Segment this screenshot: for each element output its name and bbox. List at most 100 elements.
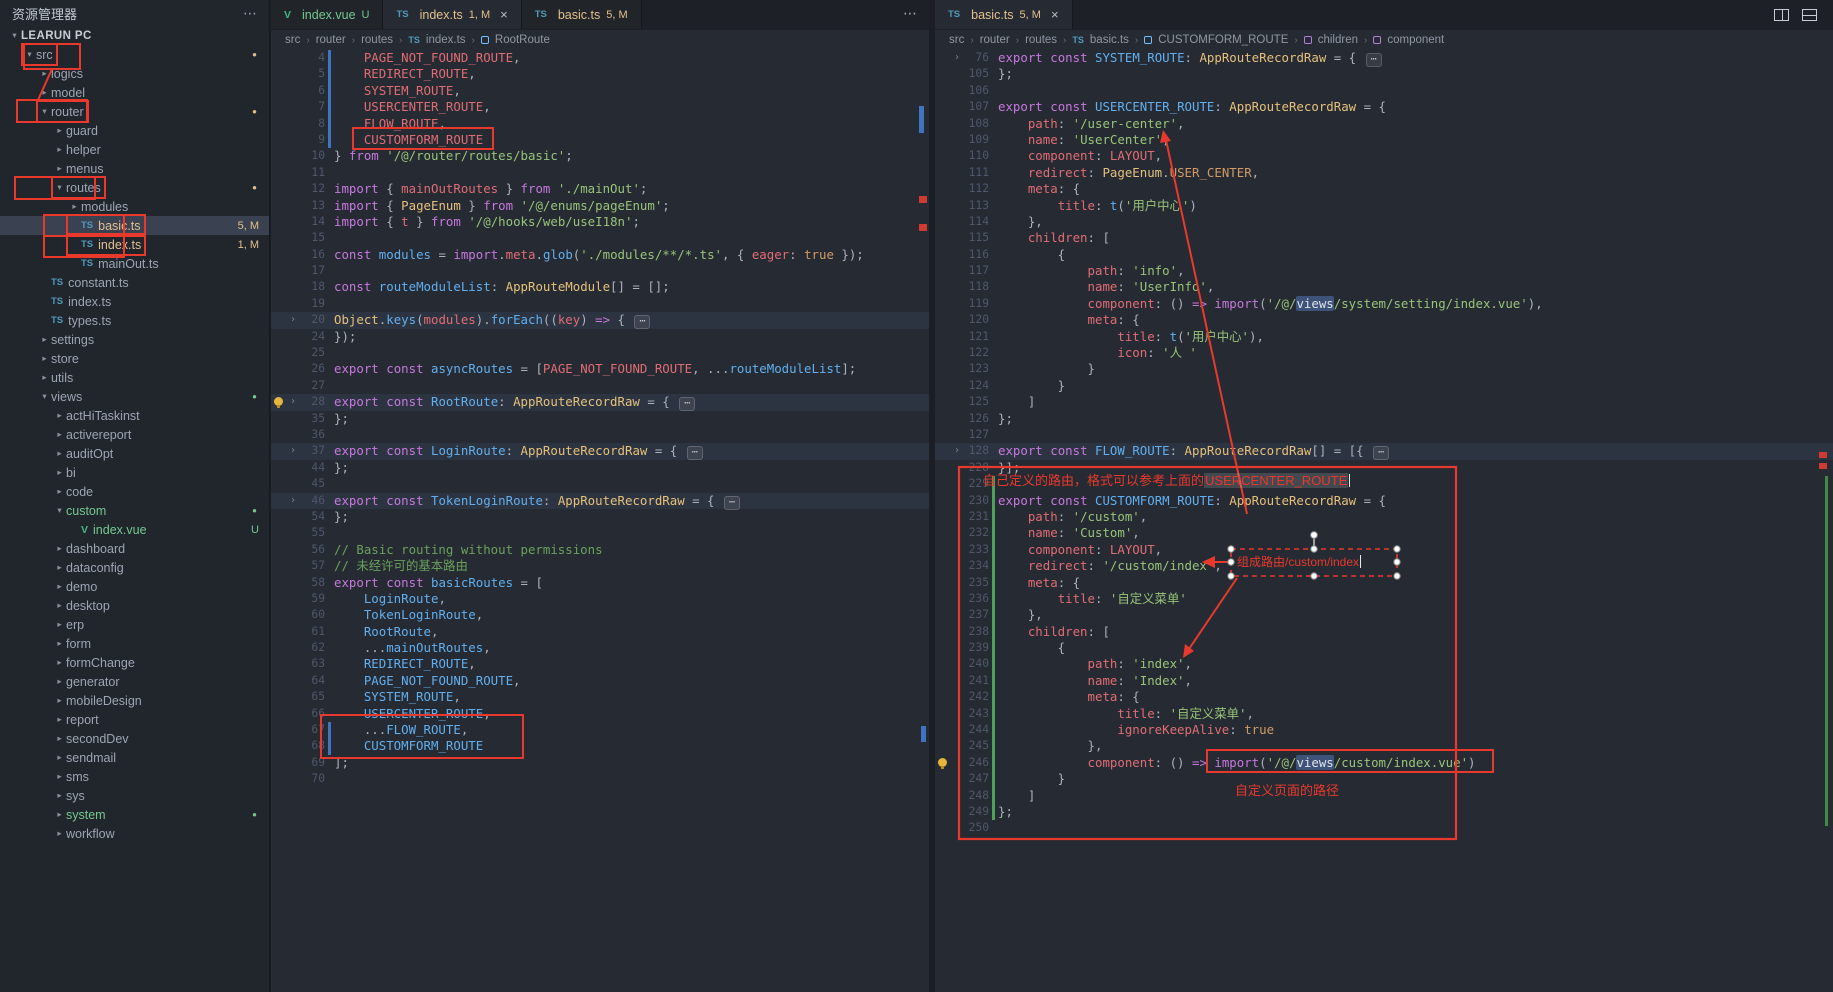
code-line-241[interactable]: 241 name: 'Index', (935, 673, 1833, 689)
tree-item-dashboard[interactable]: ▸dashboard (0, 539, 269, 558)
code-line-245[interactable]: 245 }, (935, 738, 1833, 754)
code-area-right[interactable]: ›76export const SYSTEM_ROUTE: AppRouteRe… (935, 50, 1833, 837)
code-line-5[interactable]: 5 REDIRECT_ROUTE, (271, 66, 929, 82)
tree-item-index.vue[interactable]: Vindex.vueU (0, 520, 269, 539)
editor-more-actions-middle[interactable]: ⋯ (903, 5, 917, 22)
breadcrumb-item-src[interactable]: src (949, 34, 964, 46)
code-line-13[interactable]: 13import { PageEnum } from '/@/enums/pag… (271, 198, 929, 214)
code-line-123[interactable]: 123 } (935, 361, 1833, 377)
code-line-68[interactable]: 68 CUSTOMFORM_ROUTE (271, 738, 929, 754)
tree-item-system[interactable]: ▸system● (0, 805, 269, 824)
tree-item-utils[interactable]: ▸utils (0, 368, 269, 387)
tab-basic.ts[interactable]: TSbasic.ts5, M× (935, 0, 1073, 29)
code-line-231[interactable]: 231 path: '/custom', (935, 509, 1833, 525)
code-line-54[interactable]: 54}; (271, 509, 929, 525)
code-area-middle[interactable]: 4 PAGE_NOT_FOUND_ROUTE,5 REDIRECT_ROUTE,… (271, 50, 929, 788)
breadcrumb-item-children[interactable]: children (1318, 34, 1358, 46)
tree-item-types.ts[interactable]: TStypes.ts (0, 311, 269, 330)
code-line-243[interactable]: 243 title: '自定义菜单', (935, 706, 1833, 722)
code-line-57[interactable]: 57// 未经许可的基本路由 (271, 558, 929, 574)
code-line-70[interactable]: 70 (271, 771, 929, 787)
explorer-more-button[interactable]: ⋯ (243, 5, 257, 22)
tree-item-secondDev[interactable]: ▸secondDev (0, 729, 269, 748)
code-line-112[interactable]: 112 meta: { (935, 181, 1833, 197)
tree-item-helper[interactable]: ▸helper (0, 140, 269, 159)
code-line-16[interactable]: 16const modules = import.meta.glob('./mo… (271, 247, 929, 263)
code-line-244[interactable]: 244 ignoreKeepAlive: true (935, 722, 1833, 738)
code-line-118[interactable]: 118 name: 'UserInfo', (935, 279, 1833, 295)
tree-item-formChange[interactable]: ▸formChange (0, 653, 269, 672)
breadcrumb-item-component[interactable]: component (1387, 34, 1444, 46)
tree-item-actHiTaskinst[interactable]: ▸actHiTaskinst (0, 406, 269, 425)
tab-index.ts[interactable]: TSindex.ts1, M× (383, 0, 521, 29)
tab-basic.ts[interactable]: TSbasic.ts5, M (522, 0, 642, 29)
tree-item-model[interactable]: ▸model (0, 83, 269, 102)
tree-item-basic.ts[interactable]: TSbasic.ts5, M (0, 216, 269, 235)
code-line-28[interactable]: ›28export const RootRoute: AppRouteRecor… (271, 394, 929, 410)
lightbulb-icon[interactable] (271, 394, 287, 410)
tree-item-activereport[interactable]: ▸activereport (0, 425, 269, 444)
tree-item-settings[interactable]: ▸settings (0, 330, 269, 349)
fold-chevron-icon[interactable]: › (287, 394, 299, 410)
code-line-56[interactable]: 56// Basic routing without permissions (271, 542, 929, 558)
code-line-126[interactable]: 126}; (935, 411, 1833, 427)
code-line-17[interactable]: 17 (271, 263, 929, 279)
tree-item-custom[interactable]: ▾custom● (0, 501, 269, 520)
folded-code-ellipsis[interactable]: ⋯ (1373, 446, 1389, 460)
tree-item-generator[interactable]: ▸generator (0, 672, 269, 691)
tree-item-router[interactable]: ▾router● (0, 102, 269, 121)
folded-code-ellipsis[interactable]: ⋯ (1366, 53, 1382, 67)
code-line-37[interactable]: ›37export const LoginRoute: AppRouteReco… (271, 443, 929, 459)
tree-item-sendmail[interactable]: ▸sendmail (0, 748, 269, 767)
code-line-122[interactable]: 122 icon: '人 ' (935, 345, 1833, 361)
code-line-64[interactable]: 64 PAGE_NOT_FOUND_ROUTE, (271, 673, 929, 689)
tree-item-code[interactable]: ▸code (0, 482, 269, 501)
code-line-234[interactable]: 234 redirect: '/custom/index', (935, 558, 1833, 574)
breadcrumb-item-routes[interactable]: routes (1025, 34, 1057, 46)
code-line-9[interactable]: 9 CUSTOMFORM_ROUTE (271, 132, 929, 148)
tree-item-report[interactable]: ▸report (0, 710, 269, 729)
tree-item-auditOpt[interactable]: ▸auditOpt (0, 444, 269, 463)
code-line-35[interactable]: 35}; (271, 411, 929, 427)
code-line-63[interactable]: 63 REDIRECT_ROUTE, (271, 656, 929, 672)
tree-item-guard[interactable]: ▸guard (0, 121, 269, 140)
code-line-114[interactable]: 114 }, (935, 214, 1833, 230)
code-line-120[interactable]: 120 meta: { (935, 312, 1833, 328)
fold-chevron-icon[interactable]: › (951, 50, 963, 66)
fold-chevron-icon[interactable]: › (287, 493, 299, 509)
code-line-111[interactable]: 111 redirect: PageEnum.USER_CENTER, (935, 165, 1833, 181)
code-line-228[interactable]: 228}]; (935, 460, 1833, 476)
code-line-250[interactable]: 250 (935, 820, 1833, 836)
code-line-76[interactable]: ›76export const SYSTEM_ROUTE: AppRouteRe… (935, 50, 1833, 66)
code-line-242[interactable]: 242 meta: { (935, 689, 1833, 705)
tree-item-logics[interactable]: ▸logics (0, 64, 269, 83)
code-line-121[interactable]: 121 title: t('用户中心'), (935, 329, 1833, 345)
tab-index.vue[interactable]: Vindex.vueU (271, 0, 383, 29)
code-line-128[interactable]: ›128export const FLOW_ROUTE: AppRouteRec… (935, 443, 1833, 459)
code-line-105[interactable]: 105}; (935, 66, 1833, 82)
code-line-237[interactable]: 237 }, (935, 607, 1833, 623)
code-line-109[interactable]: 109 name: 'UserCenter', (935, 132, 1833, 148)
tree-item-constant.ts[interactable]: TSconstant.ts (0, 273, 269, 292)
code-line-124[interactable]: 124 } (935, 378, 1833, 394)
code-line-233[interactable]: 233 component: LAYOUT, (935, 542, 1833, 558)
code-line-236[interactable]: 236 title: '自定义菜单' (935, 591, 1833, 607)
close-icon[interactable]: × (500, 7, 508, 22)
code-line-27[interactable]: 27 (271, 378, 929, 394)
code-line-45[interactable]: 45 (271, 476, 929, 492)
tree-item-modules[interactable]: ▸modules (0, 197, 269, 216)
tree-item-bi[interactable]: ▸bi (0, 463, 269, 482)
code-line-235[interactable]: 235 meta: { (935, 575, 1833, 591)
breadcrumb-item-router[interactable]: router (980, 34, 1010, 46)
split-editor-icon[interactable] (1774, 9, 1789, 21)
code-line-117[interactable]: 117 path: 'info', (935, 263, 1833, 279)
code-line-26[interactable]: 26export const asyncRoutes = [PAGE_NOT_F… (271, 361, 929, 377)
breadcrumb-item-basic.ts[interactable]: basic.ts (1090, 34, 1129, 46)
tree-item-mainOut.ts[interactable]: TSmainOut.ts (0, 254, 269, 273)
tree-item-workflow[interactable]: ▸workflow (0, 824, 269, 843)
code-line-8[interactable]: 8 FLOW_ROUTE, (271, 116, 929, 132)
code-line-65[interactable]: 65 SYSTEM_ROUTE, (271, 689, 929, 705)
folded-code-ellipsis[interactable]: ⋯ (687, 446, 703, 460)
code-line-239[interactable]: 239 { (935, 640, 1833, 656)
editor-layout-icon[interactable] (1802, 9, 1817, 21)
